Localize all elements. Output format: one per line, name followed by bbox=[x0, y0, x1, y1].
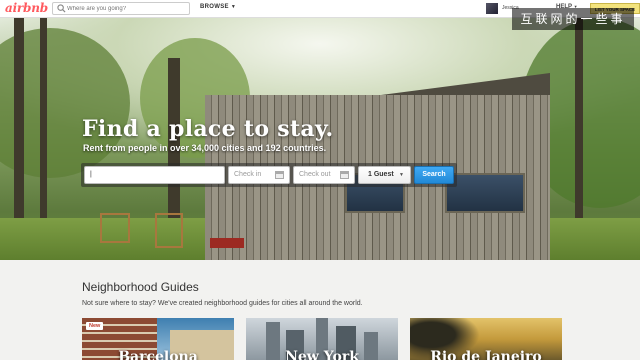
hero-subtitle: Rent from people in over 34,000 cities a… bbox=[83, 143, 327, 153]
hero-title: Find a place to stay. bbox=[82, 116, 334, 142]
guide-card-barcelona[interactable]: New Barcelona bbox=[82, 318, 234, 360]
checkin-placeholder: Check in bbox=[234, 171, 262, 178]
checkin-field[interactable]: Check in bbox=[228, 166, 290, 184]
location-search-box[interactable] bbox=[52, 2, 190, 15]
checkout-placeholder: Check out bbox=[299, 171, 331, 178]
shed-window bbox=[445, 173, 525, 213]
search-form: | Check in Check out 1 Guest ▼ Search bbox=[81, 163, 457, 187]
chair bbox=[155, 213, 183, 248]
calendar-icon bbox=[275, 171, 284, 179]
card-title: New York bbox=[285, 349, 359, 360]
card-title: Barcelona bbox=[118, 349, 198, 360]
red-cooler bbox=[210, 238, 244, 248]
chevron-down-icon: ▼ bbox=[230, 4, 237, 10]
browse-menu[interactable]: BROWSE ▼ bbox=[200, 4, 236, 10]
guests-select[interactable]: 1 Guest ▼ bbox=[358, 166, 411, 184]
section-title: Neighborhood Guides bbox=[82, 280, 199, 294]
guests-value: 1 Guest bbox=[368, 171, 394, 178]
search-icon bbox=[57, 4, 66, 13]
calendar-icon bbox=[340, 171, 349, 179]
section-subtitle: Not sure where to stay? We've created ne… bbox=[82, 300, 363, 307]
where-input[interactable]: | bbox=[84, 166, 225, 184]
location-search-input[interactable] bbox=[67, 3, 187, 14]
guide-card-rio-de-janeiro[interactable]: Rio de Janeiro bbox=[410, 318, 562, 360]
browse-label: BROWSE bbox=[200, 4, 229, 10]
watermark: 互联网的一些事 bbox=[512, 8, 634, 30]
hero-banner: Find a place to stay. Rent from people i… bbox=[0, 18, 640, 260]
checkout-field[interactable]: Check out bbox=[293, 166, 355, 184]
avatar[interactable] bbox=[486, 3, 498, 14]
chevron-down-icon: ▼ bbox=[399, 172, 404, 178]
guide-card-new-york[interactable]: New York bbox=[246, 318, 398, 360]
search-button[interactable]: Search bbox=[414, 166, 454, 184]
card-title: Rio de Janeiro bbox=[430, 349, 542, 360]
airbnb-logo[interactable]: airbnb bbox=[5, 1, 48, 15]
new-badge: New bbox=[86, 322, 104, 330]
tree-trunk bbox=[575, 18, 583, 228]
neighborhood-guides-section: Neighborhood Guides Not sure where to st… bbox=[0, 260, 640, 360]
chair bbox=[100, 213, 130, 243]
